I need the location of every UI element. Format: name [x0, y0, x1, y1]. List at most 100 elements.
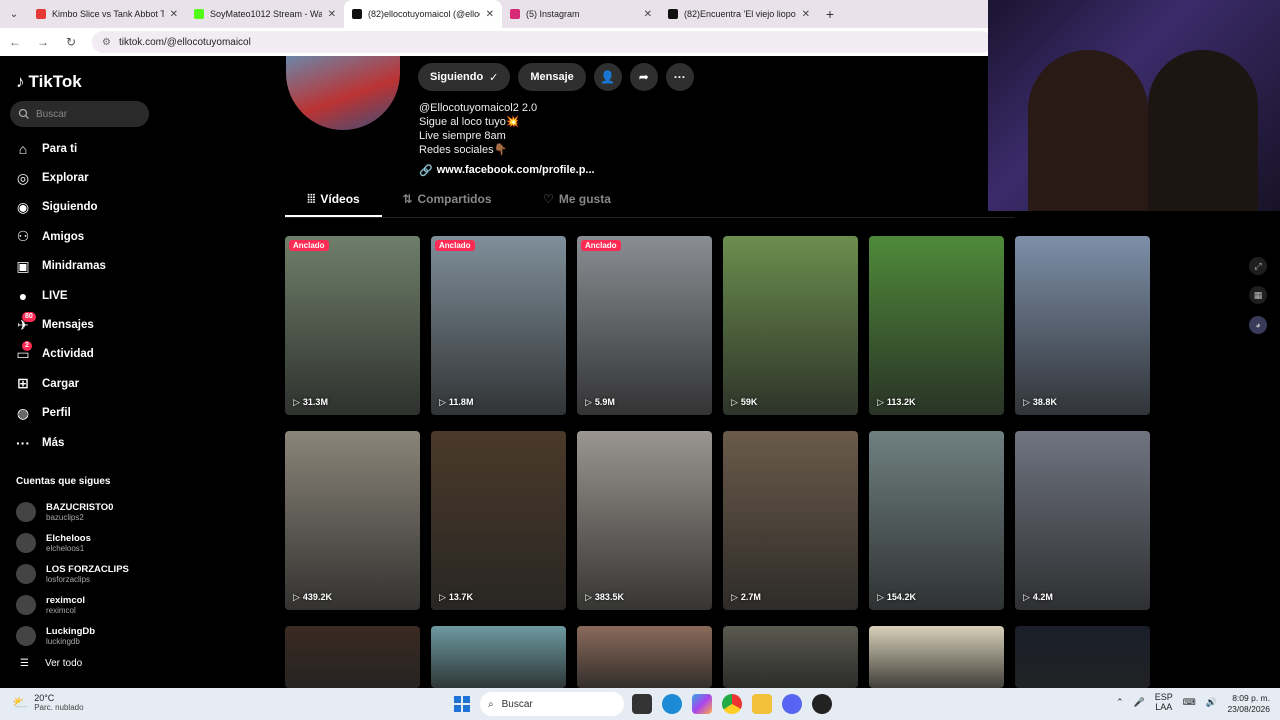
video-thumbnail[interactable] — [431, 626, 566, 688]
message-button-label: Mensaje — [530, 71, 574, 83]
video-thumbnail[interactable] — [1015, 626, 1150, 688]
close-tab-icon[interactable]: ✕ — [486, 9, 494, 20]
video-thumbnail[interactable]: ▷ 2.7M — [723, 431, 858, 610]
reload-icon[interactable]: ↻ — [64, 35, 78, 49]
file-explorer-icon[interactable] — [752, 694, 772, 714]
keyboard-layout: LAA — [1155, 702, 1173, 712]
view-count: ▷ 113.2K — [877, 397, 915, 408]
weather-widget[interactable]: ⛅ 20°C Parc. nublado — [12, 693, 84, 713]
followed-account[interactable]: Elcheloos elcheloos1 — [16, 527, 161, 558]
weather-condition: Parc. nublado — [34, 703, 84, 712]
video-thumbnail[interactable]: ▷ 13.7K — [431, 431, 566, 610]
qr-code-icon[interactable]: ▦ — [1249, 286, 1267, 304]
copilot-icon[interactable] — [692, 694, 712, 714]
forward-arrow-icon[interactable]: → — [36, 35, 50, 49]
followed-account[interactable]: LuckingDb luckingdb — [16, 620, 161, 651]
language-indicator[interactable]: ESP LAA — [1155, 692, 1173, 712]
video-thumbnail[interactable]: ▷ 113.2K — [869, 236, 1004, 415]
back-arrow-icon[interactable]: ← — [8, 35, 22, 49]
edge-icon[interactable] — [662, 694, 682, 714]
browser-tab[interactable]: SoyMateo1012 Stream - Watch ✕ — [186, 0, 344, 28]
profile-avatar[interactable] — [286, 56, 400, 130]
play-icon: ▷ — [585, 397, 592, 407]
heart-icon: ♡ — [543, 192, 554, 206]
account-username: reximcol — [46, 605, 76, 615]
video-thumbnail[interactable]: Anclado ▷ 31.3M — [285, 236, 420, 415]
sidebar-item-mensajes[interactable]: ✈ 80 Mensajes — [14, 310, 159, 339]
sidebar-item-cargar[interactable]: ⊞ Cargar — [14, 369, 159, 398]
browser-tab[interactable]: (82)Encuentra 'El viejo liopo' en ✕ — [660, 0, 818, 28]
sidebar-item-actividad[interactable]: ▭ 2 Actividad — [14, 340, 159, 369]
view-count-value: 154.2K — [886, 592, 916, 602]
video-thumbnail[interactable]: Anclado ▷ 11.8M — [431, 236, 566, 415]
discord-icon[interactable]: ◕ — [1249, 316, 1267, 334]
chevron-up-icon[interactable]: ⌃ — [1116, 697, 1124, 708]
sidebar-item-label: Amigos — [42, 230, 85, 243]
sidebar-item-perfil[interactable]: ◍ Perfil — [14, 399, 159, 428]
url-field[interactable]: ⚙ tiktok.com/@ellocotuyomaicol — [92, 31, 992, 53]
sidebar-item-siguiendo[interactable]: ◉ Siguiendo — [14, 193, 159, 222]
video-thumbnail[interactable] — [285, 626, 420, 688]
chrome-icon[interactable] — [722, 694, 742, 714]
home-icon: ⌂ — [18, 140, 28, 157]
tab-search-chevron-icon[interactable]: ⌄ — [0, 0, 28, 28]
tab-shared[interactable]: ⇅ Compartidos — [382, 192, 512, 217]
browser-tab[interactable]: (5) Instagram ✕ — [502, 0, 660, 28]
video-thumbnail[interactable]: ▷ 4.2M — [1015, 431, 1150, 610]
tiktok-note-icon: ♪ — [16, 72, 25, 91]
followed-account[interactable]: LOS FORZACLIPS losforzaclips — [16, 558, 161, 589]
tab-favicon-icon — [36, 9, 46, 19]
close-tab-icon[interactable]: ✕ — [328, 9, 336, 20]
site-info-icon[interactable]: ⚙ — [102, 37, 111, 48]
new-tab-button[interactable]: + — [818, 6, 842, 22]
volume-icon[interactable]: 🔊 — [1206, 697, 1217, 708]
play-icon: ▷ — [731, 592, 738, 602]
search-input[interactable]: Buscar — [10, 101, 149, 127]
following-button[interactable]: Siguiendo ✓ — [418, 63, 511, 91]
weather-cloud-icon: ⛅ — [12, 695, 29, 710]
tab-likes[interactable]: ♡ Me gusta — [512, 192, 642, 217]
windows-start-icon[interactable] — [454, 696, 470, 712]
video-thumbnail[interactable] — [577, 626, 712, 688]
video-thumbnail[interactable]: ▷ 439.2K — [285, 431, 420, 610]
play-icon: ▷ — [731, 397, 738, 407]
browser-tab[interactable]: (82)ellocotuyomaicol (@ellocot ✕ — [344, 0, 502, 28]
close-tab-icon[interactable]: ✕ — [802, 9, 810, 20]
task-view-icon[interactable] — [632, 694, 652, 714]
video-thumbnail[interactable]: ▷ 154.2K — [869, 431, 1004, 610]
tab-videos[interactable]: ⦙⦙⦙ Vídeos — [285, 192, 382, 217]
profile-link[interactable]: 🔗 www.facebook.com/profile.p... — [419, 164, 595, 177]
microphone-icon[interactable]: 🎤 — [1134, 697, 1145, 708]
tiktok-logo[interactable]: ♪ TikTok — [16, 72, 82, 92]
close-tab-icon[interactable]: ✕ — [170, 9, 178, 20]
sidebar-item-más[interactable]: ··· Más — [14, 428, 159, 457]
sidebar-item-para-ti[interactable]: ⌂ Para ti — [14, 134, 159, 163]
network-icon[interactable]: ⌨ — [1183, 697, 1196, 708]
discord-taskbar-icon[interactable] — [782, 694, 802, 714]
screen-capture-icon[interactable]: ⤢ — [1249, 257, 1267, 275]
video-thumbnail[interactable] — [723, 626, 858, 688]
sidebar-item-amigos[interactable]: ⚇ Amigos — [14, 222, 159, 251]
sidebar-item-minidramas[interactable]: ▣ Minidramas — [14, 252, 159, 281]
video-thumbnail[interactable]: ▷ 383.5K — [577, 431, 712, 610]
share-button[interactable]: ➦ — [629, 63, 658, 91]
followed-account[interactable]: BAZUCRISTO0 bazuclips2 — [16, 496, 161, 527]
taskbar-search[interactable]: ⌕ Buscar — [480, 692, 624, 716]
sidebar-item-explorar[interactable]: ◎ Explorar — [14, 163, 159, 192]
video-thumbnail[interactable] — [869, 626, 1004, 688]
followed-account[interactable]: reximcol reximcol — [16, 589, 161, 620]
sidebar-item-label: Explorar — [42, 172, 89, 185]
video-thumbnail[interactable]: ▷ 59K — [723, 236, 858, 415]
browser-tab[interactable]: Kimbo Slice vs Tank Abbot Thro ✕ — [28, 0, 186, 28]
more-options-button[interactable]: ··· — [665, 63, 694, 91]
video-thumbnail[interactable]: ▷ 38.8K — [1015, 236, 1150, 415]
sidebar-item-live[interactable]: ● LIVE — [14, 281, 159, 310]
search-placeholder: Buscar — [36, 108, 68, 120]
add-friend-button[interactable]: 👤 — [593, 63, 622, 91]
message-button[interactable]: Mensaje — [518, 63, 586, 91]
obs-icon[interactable] — [812, 694, 832, 714]
see-all-link[interactable]: ☰ Ver todo — [20, 658, 82, 669]
close-tab-icon[interactable]: ✕ — [644, 9, 652, 20]
clock[interactable]: 8:09 p. m. 23/08/2026 — [1224, 693, 1270, 715]
video-thumbnail[interactable]: Anclado ▷ 5.9M — [577, 236, 712, 415]
